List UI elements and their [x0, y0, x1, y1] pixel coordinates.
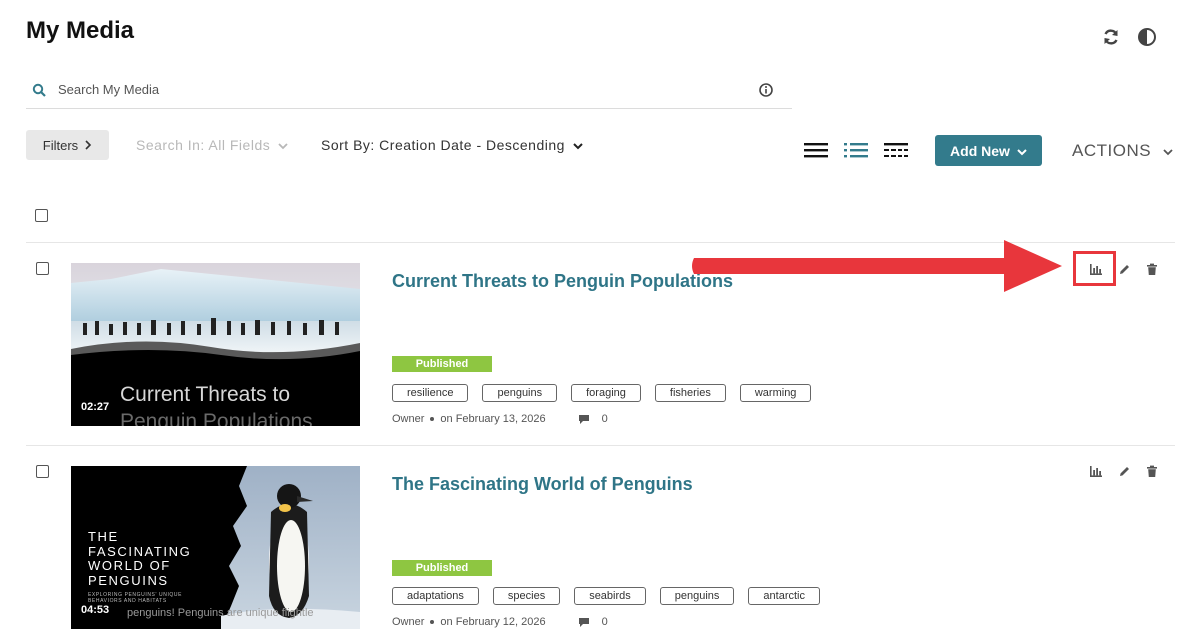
entry-meta: Owner on February 12, 2026 0: [392, 616, 608, 628]
thumbnail-title-line: WORLD OF: [88, 558, 171, 573]
chevron-down-icon: [1017, 143, 1027, 159]
view-collapsed-icon[interactable]: [803, 138, 829, 162]
top-icons: [1100, 26, 1158, 48]
delete-trash-icon[interactable]: [1144, 463, 1160, 479]
tag[interactable]: warming: [739, 384, 812, 402]
entry-title-link[interactable]: Current Threats to Penguin Populations: [392, 271, 733, 292]
tag[interactable]: fisheries: [654, 384, 726, 402]
chevron-down-icon: [573, 137, 583, 153]
tag[interactable]: penguins: [659, 587, 735, 605]
view-detailed-icon[interactable]: [843, 138, 869, 162]
entry-actions: [1088, 463, 1160, 479]
status-badge: Published: [392, 356, 492, 372]
tag-list: adaptations species seabirds penguins an…: [392, 587, 820, 605]
annotation-arrow: [692, 240, 1062, 292]
separator-dot: [430, 417, 435, 421]
comment-count-value: 0: [601, 413, 608, 425]
tag[interactable]: resilience: [392, 384, 469, 402]
divider: [26, 445, 1175, 446]
entry-thumbnail[interactable]: THE FASCINATING WORLD OF PENGUINS EXPLOR…: [71, 466, 360, 629]
select-all-checkbox[interactable]: [35, 209, 48, 222]
add-new-label: Add New: [950, 142, 1010, 159]
contrast-icon[interactable]: [1136, 26, 1158, 48]
thumbnail-subtitle: EXPLORING PENGUINS' UNIQUE BEHAVIORS AND…: [88, 592, 182, 604]
entry-title-link[interactable]: The Fascinating World of Penguins: [392, 474, 693, 495]
entry-date: on February 13, 2026: [440, 413, 546, 425]
info-icon[interactable]: [758, 82, 774, 98]
owner-label: Owner: [392, 616, 425, 628]
thumbnail-title-line: THE: [88, 529, 119, 544]
edit-pencil-icon[interactable]: [1116, 463, 1132, 479]
filters-button[interactable]: Filters: [26, 130, 109, 160]
thumbnail-title-block: THE FASCINATING WORLD OF PENGUINS: [88, 529, 192, 588]
tag[interactable]: species: [492, 587, 561, 605]
status-badge: Published: [392, 560, 492, 576]
add-new-button[interactable]: Add New: [935, 135, 1042, 166]
owner-label: Owner: [392, 413, 425, 425]
analytics-icon[interactable]: [1088, 463, 1104, 479]
thumbnail-title-line: FASCINATING: [88, 543, 192, 559]
comment-icon: [578, 617, 589, 627]
search-in-label: Search In: All Fields: [136, 137, 271, 153]
duration-label: 04:53: [81, 604, 110, 616]
entry-thumbnail[interactable]: Current Threats to Penguin Populations 0…: [71, 263, 360, 426]
sort-by-dropdown[interactable]: Sort By: Creation Date - Descending: [321, 137, 583, 153]
delete-trash-icon[interactable]: [1144, 261, 1160, 277]
filters-label: Filters: [42, 137, 79, 153]
entry-checkbox[interactable]: [36, 465, 49, 478]
chevron-down-icon: [278, 137, 288, 153]
sort-by-label: Sort By: Creation Date - Descending: [321, 137, 565, 153]
comment-count: 0: [578, 616, 608, 628]
actions-label: ACTIONS: [1072, 141, 1152, 160]
tag[interactable]: antarctic: [748, 587, 820, 605]
entry-checkbox[interactable]: [36, 262, 49, 275]
tag-list: resilience penguins foraging fisheries w…: [392, 384, 812, 402]
thumbnail-caption: Current Threats to: [120, 383, 291, 406]
tag[interactable]: adaptations: [392, 587, 479, 605]
actions-dropdown[interactable]: ACTIONS: [1072, 141, 1173, 161]
view-mode-switcher: [803, 138, 909, 162]
entry-date: on February 12, 2026: [440, 616, 546, 628]
duration-label: 02:27: [81, 401, 110, 413]
thumbnail-title-line: PENGUINS: [88, 572, 169, 588]
view-table-icon[interactable]: [883, 138, 909, 162]
tag[interactable]: foraging: [571, 384, 641, 402]
tag[interactable]: seabirds: [574, 587, 646, 605]
tag[interactable]: penguins: [482, 384, 558, 402]
edit-pencil-icon[interactable]: [1116, 261, 1132, 277]
thumbnail-caption: penguins! Penguins are unique flightle: [127, 607, 314, 619]
search-input[interactable]: [56, 81, 740, 98]
comment-icon: [578, 414, 589, 424]
search-icon: [30, 81, 48, 99]
chevron-right-icon: [84, 138, 92, 153]
comment-count: 0: [578, 413, 608, 425]
thumbnail-caption-overflow: Penguin Populations: [120, 410, 313, 426]
search-bar: [26, 71, 792, 109]
page-title: My Media: [26, 17, 135, 44]
refresh-icon[interactable]: [1100, 26, 1122, 48]
search-in-dropdown[interactable]: Search In: All Fields: [136, 137, 288, 153]
separator-dot: [430, 620, 435, 624]
comment-count-value: 0: [601, 616, 608, 628]
annotation-highlight-box: [1073, 251, 1116, 286]
chevron-down-icon: [1163, 141, 1173, 161]
entry-meta: Owner on February 13, 2026 0: [392, 413, 608, 425]
